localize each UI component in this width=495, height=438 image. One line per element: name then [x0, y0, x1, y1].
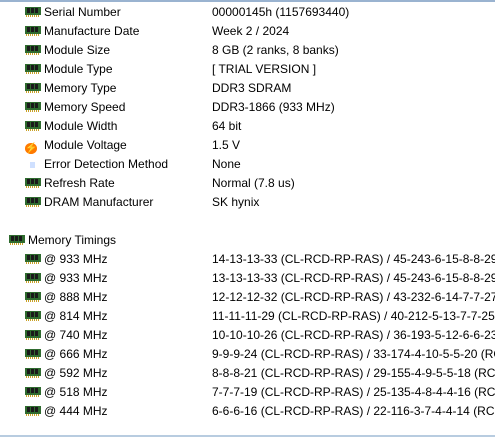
row-value: 8 GB (2 ranks, 8 banks)	[212, 43, 339, 57]
memory-module-icon	[25, 387, 41, 397]
scrollbar-edge[interactable]	[0, 435, 495, 437]
row-label: Serial Number	[44, 5, 121, 19]
row-value: 14-13-13-33 (CL-RCD-RP-RAS) / 45-243-6-1…	[212, 252, 495, 266]
memory-module-icon	[25, 178, 41, 188]
memory-module-icon	[25, 368, 41, 378]
row-label: @ 933 MHz	[44, 252, 108, 266]
memory-module-icon	[25, 83, 41, 93]
property-row[interactable]: DRAM Manufacturer SK hynix	[0, 193, 495, 212]
memory-module-icon	[25, 102, 41, 112]
row-value: 13-13-13-33 (CL-RCD-RP-RAS) / 45-243-6-1…	[212, 271, 495, 285]
property-row[interactable]: Memory Type DDR3 SDRAM	[0, 79, 495, 98]
timing-row[interactable]: @ 888 MHz 12-12-12-32 (CL-RCD-RP-RAS) / 4…	[0, 288, 495, 307]
memory-module-icon	[25, 292, 41, 302]
section-header-memory-timings[interactable]: Memory Timings	[0, 231, 495, 250]
top-border	[0, 0, 495, 2]
row-value: [ TRIAL VERSION ]	[212, 62, 317, 76]
row-label: @ 592 MHz	[44, 366, 108, 380]
timing-row[interactable]: @ 933 MHz 14-13-13-33 (CL-RCD-RP-RAS) / 4…	[0, 250, 495, 269]
row-label: Module Size	[44, 43, 111, 57]
memory-module-icon	[25, 406, 41, 416]
memory-module-icon	[25, 330, 41, 340]
timing-row[interactable]: @ 666 MHz 9-9-9-24 (CL-RCD-RP-RAS) / 33-1…	[0, 345, 495, 364]
row-label: Memory Speed	[44, 100, 126, 114]
property-row[interactable]: Refresh Rate Normal (7.8 us)	[0, 174, 495, 193]
row-value: 00000145h (1157693440)	[212, 5, 350, 19]
property-row[interactable]: Manufacture Date Week 2 / 2024	[0, 22, 495, 41]
memory-module-icon	[25, 197, 41, 207]
timing-row[interactable]: @ 814 MHz 11-11-11-29 (CL-RCD-RP-RAS) / 4…	[0, 307, 495, 326]
memory-module-icon	[25, 273, 41, 283]
error-detection-icon	[25, 159, 28, 173]
memory-module-icon	[25, 26, 41, 36]
row-label: Module Width	[44, 119, 118, 133]
row-value: 11-11-11-29 (CL-RCD-RP-RAS) / 40-212-5-1…	[212, 309, 495, 323]
row-label: @ 888 MHz	[44, 290, 108, 304]
row-value: DDR3 SDRAM	[212, 81, 292, 95]
memory-module-icon	[25, 45, 41, 55]
row-value: Normal (7.8 us)	[212, 176, 295, 190]
memory-module-icon	[25, 254, 41, 264]
row-value: DDR3-1866 (933 MHz)	[212, 100, 335, 114]
property-row[interactable]: Memory Speed DDR3-1866 (933 MHz)	[0, 98, 495, 117]
property-row[interactable]: Serial Number 00000145h (1157693440)	[0, 3, 495, 22]
row-value: Week 2 / 2024	[212, 24, 290, 38]
row-label: Module Voltage	[44, 138, 127, 152]
voltage-icon: ⚡	[25, 143, 38, 154]
row-label: @ 518 MHz	[44, 385, 108, 399]
row-label: @ 814 MHz	[44, 309, 108, 323]
timing-row[interactable]: @ 592 MHz 8-8-8-21 (CL-RCD-RP-RAS) / 29-1…	[0, 364, 495, 383]
row-value: 8-8-8-21 (CL-RCD-RP-RAS) / 29-155-4-9-5-…	[212, 366, 495, 380]
row-value: None	[212, 157, 241, 171]
timing-row[interactable]: @ 444 MHz 6-6-6-16 (CL-RCD-RP-RAS) / 22-1…	[0, 402, 495, 421]
row-label: Module Type	[44, 62, 113, 76]
row-label: Refresh Rate	[44, 176, 115, 190]
property-row[interactable]: Error Detection Method None	[0, 155, 495, 174]
row-value: 1.5 V	[212, 138, 241, 152]
row-label: @ 444 MHz	[44, 404, 108, 418]
row-value: 12-12-12-32 (CL-RCD-RP-RAS) / 43-232-6-1…	[212, 290, 495, 304]
property-row[interactable]: Module Type [ TRIAL VERSION ]	[0, 60, 495, 79]
memory-module-icon	[25, 64, 41, 74]
row-label: @ 666 MHz	[44, 347, 108, 361]
property-row[interactable]: Module Size 8 GB (2 ranks, 8 banks)	[0, 41, 495, 60]
row-label: DRAM Manufacturer	[44, 195, 154, 209]
timing-row[interactable]: @ 740 MHz 10-10-10-26 (CL-RCD-RP-RAS) / 3…	[0, 326, 495, 345]
row-value: 64 bit	[212, 119, 242, 133]
memory-module-icon	[9, 235, 25, 245]
row-label: Memory Type	[44, 81, 117, 95]
row-value: 9-9-9-24 (CL-RCD-RP-RAS) / 33-174-4-10-5…	[212, 347, 495, 361]
memory-module-icon	[25, 121, 41, 131]
row-value: 10-10-10-26 (CL-RCD-RP-RAS) / 36-193-5-1…	[212, 328, 495, 342]
property-row[interactable]: ⚡ Module Voltage 1.5 V	[0, 136, 495, 155]
row-label: Error Detection Method	[44, 157, 169, 171]
memory-module-icon	[25, 311, 41, 321]
timing-row[interactable]: @ 933 MHz 13-13-13-33 (CL-RCD-RP-RAS) / 4…	[0, 269, 495, 288]
row-value: SK hynix	[212, 195, 260, 209]
property-row[interactable]: Module Width 64 bit	[0, 117, 495, 136]
row-label: @ 933 MHz	[44, 271, 108, 285]
memory-module-icon	[25, 7, 41, 17]
row-label: Memory Timings	[28, 233, 117, 247]
timing-row[interactable]: @ 518 MHz 7-7-7-19 (CL-RCD-RP-RAS) / 25-1…	[0, 383, 495, 402]
row-label: Manufacture Date	[44, 24, 140, 38]
row-value: 6-6-6-16 (CL-RCD-RP-RAS) / 22-116-3-7-4-…	[212, 404, 495, 418]
row-value: 7-7-7-19 (CL-RCD-RP-RAS) / 25-135-4-8-4-…	[212, 385, 495, 399]
memory-module-icon	[25, 349, 41, 359]
row-label: @ 740 MHz	[44, 328, 108, 342]
